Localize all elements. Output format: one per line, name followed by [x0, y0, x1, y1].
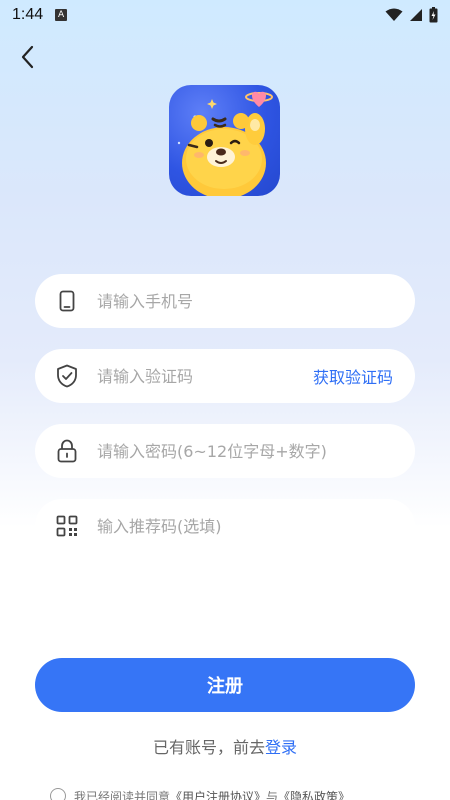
lock-icon — [55, 439, 79, 463]
agreement-checkbox[interactable] — [50, 788, 66, 800]
referral-code-field[interactable] — [35, 499, 415, 553]
password-input[interactable] — [97, 424, 415, 478]
status-bar: 1:44 A — [0, 0, 450, 30]
phone-field[interactable] — [35, 274, 415, 328]
password-field[interactable] — [35, 424, 415, 478]
shield-check-icon — [55, 364, 79, 388]
get-code-button[interactable]: 获取验证码 — [313, 364, 393, 388]
qr-code-icon — [55, 514, 79, 538]
referral-code-input[interactable] — [97, 499, 415, 553]
agreement-prefix: 我已经阅读并同意 — [74, 789, 171, 800]
phone-icon — [55, 289, 79, 313]
register-button[interactable]: 注册 — [35, 658, 415, 712]
login-prompt: 已有账号，前去登录 — [0, 734, 450, 758]
agreement-conjunction: 与 — [266, 789, 279, 800]
signal-icon — [410, 9, 422, 21]
wifi-icon — [385, 8, 403, 21]
user-agreement-link[interactable]: 《用户注册协议》 — [170, 788, 266, 800]
verification-code-field[interactable]: 获取验证码 — [35, 349, 415, 403]
app-logo — [169, 85, 280, 196]
back-arrow-icon — [21, 45, 34, 69]
back-button[interactable] — [14, 44, 40, 70]
phone-input[interactable] — [97, 274, 415, 328]
agreement-row: 我已经阅读并同意 《用户注册协议》 与 《隐私政策》 — [50, 786, 350, 800]
status-time: 1:44 — [12, 6, 44, 23]
verification-code-input[interactable] — [97, 349, 313, 403]
login-prompt-text: 已有账号，前去 — [152, 738, 265, 757]
battery-icon — [429, 7, 438, 23]
privacy-policy-link[interactable]: 《隐私政策》 — [278, 788, 350, 800]
notification-badge: A — [55, 9, 68, 21]
login-link[interactable]: 登录 — [265, 738, 297, 757]
status-icons — [385, 7, 438, 23]
